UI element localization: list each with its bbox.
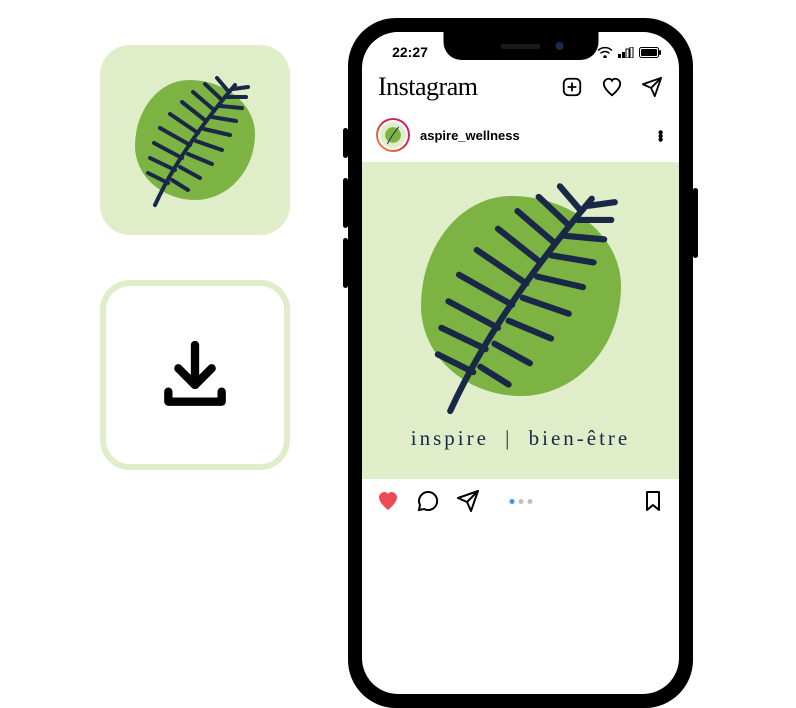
username: aspire_wellness xyxy=(420,128,520,143)
bookmark-icon xyxy=(641,489,665,513)
leaf-logo xyxy=(130,75,260,205)
save-button[interactable] xyxy=(641,489,665,513)
activity-button[interactable] xyxy=(601,76,623,98)
comment-button[interactable] xyxy=(416,489,440,513)
wifi-icon xyxy=(597,46,613,58)
caption-word-left: inspire xyxy=(411,426,489,450)
comment-icon xyxy=(416,489,440,513)
app-header: Instagram xyxy=(362,64,679,108)
caption-divider: | xyxy=(505,426,512,450)
download-icon xyxy=(155,335,235,415)
carousel-indicator xyxy=(509,499,532,504)
logo-preview-tile xyxy=(100,45,290,235)
create-post-button[interactable] xyxy=(561,76,583,98)
heart-icon xyxy=(601,76,623,98)
post-image[interactable]: inspire | bien-être xyxy=(362,162,679,479)
signal-icon xyxy=(618,47,634,58)
post-more-button[interactable]: ••• xyxy=(651,130,669,141)
battery-icon xyxy=(639,47,661,58)
post-caption-overlay: inspire | bien-être xyxy=(411,426,631,451)
send-icon xyxy=(641,76,663,98)
app-logo: Instagram xyxy=(378,72,477,102)
caption-word-right: bien-être xyxy=(529,426,631,450)
post-leaf-logo xyxy=(406,181,636,411)
plus-square-icon xyxy=(561,76,583,98)
like-button[interactable] xyxy=(376,489,400,513)
share-button[interactable] xyxy=(456,489,480,513)
download-button[interactable] xyxy=(100,280,290,470)
post-header: aspire_wellness ••• xyxy=(362,108,679,162)
heart-filled-icon xyxy=(376,489,400,513)
status-time: 22:27 xyxy=(380,44,440,60)
avatar xyxy=(376,118,410,152)
messages-button[interactable] xyxy=(641,76,663,98)
send-icon xyxy=(456,489,480,513)
post-author[interactable]: aspire_wellness xyxy=(376,118,520,152)
phone-mockup: 22:27 Instagr xyxy=(348,18,693,530)
phone-notch xyxy=(443,32,598,60)
post-actions xyxy=(362,479,679,513)
